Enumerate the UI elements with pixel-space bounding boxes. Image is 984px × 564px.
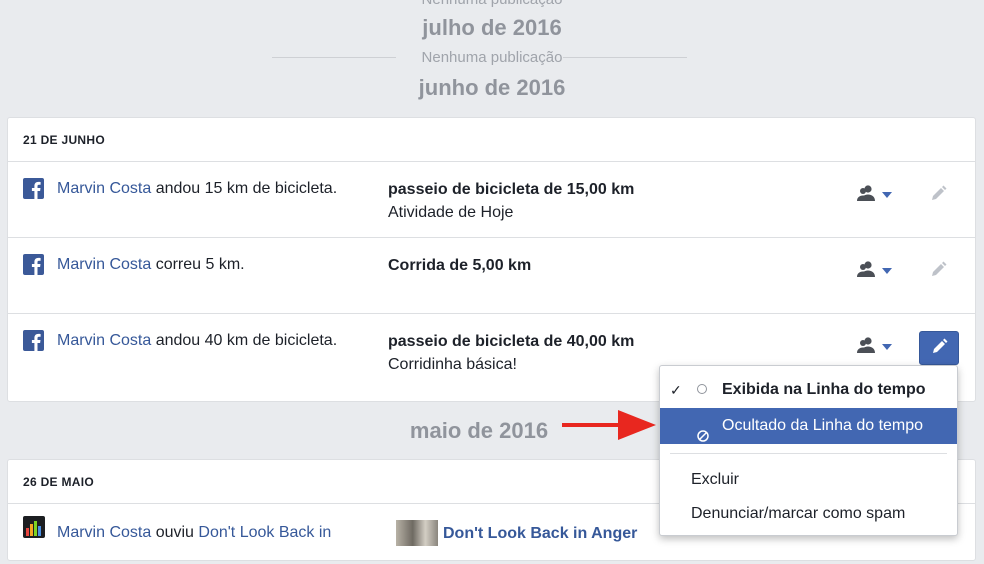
menu-item-hide-from-timeline[interactable]: Ocultado da Linha do tempo	[660, 408, 957, 444]
month-heading-july: julho de 2016	[422, 15, 562, 40]
profile-link[interactable]: Marvin Costa	[57, 180, 151, 197]
empty-month-fragment: Nenhuma publicação	[0, 0, 984, 8]
pencil-icon	[932, 185, 947, 200]
activity-action: correu 5 km.	[151, 256, 245, 273]
hidden-icon	[697, 420, 709, 442]
activity-action: andou 40 km de bicicleta.	[151, 332, 338, 349]
activity-text: Marvin Costa ouviu Don't Look Back in	[57, 522, 331, 543]
activity-action: ouviu	[151, 524, 199, 541]
friends-icon	[857, 261, 892, 277]
activity-row: Marvin Costa correu 5 km. Corrida de 5,0…	[8, 238, 975, 314]
activity-card-june: 21 DE JUNHO Marvin Costa andou 15 km de …	[7, 117, 976, 402]
activity-title[interactable]: passeio de bicicleta de 15,00 km	[388, 178, 634, 201]
profile-link[interactable]: Marvin Costa	[57, 256, 151, 273]
menu-separator	[670, 453, 947, 454]
activity-detail: passeio de bicicleta de 15,00 km Ativida…	[388, 178, 634, 224]
facebook-icon	[23, 330, 44, 351]
globe-radio-icon	[697, 384, 707, 394]
friends-icon	[857, 185, 892, 201]
menu-item-label: Excluir	[691, 471, 740, 488]
menu-item-show-on-timeline[interactable]: ✓ Exibida na Linha do tempo	[660, 372, 957, 408]
date-header: 21 DE JUNHO	[8, 118, 975, 162]
menu-item-label: Denunciar/marcar como spam	[691, 505, 906, 522]
month-heading-june: junho de 2016	[418, 75, 566, 100]
activity-title[interactable]: Corrida de 5,00 km	[388, 254, 531, 277]
audience-selector[interactable]	[854, 336, 894, 358]
empty-month-label: Nenhuma publicação	[421, 49, 563, 66]
activity-row: Marvin Costa andou 15 km de bicicleta. p…	[8, 162, 975, 238]
album-cover-thumbnail[interactable]	[396, 520, 438, 546]
activity-detail: passeio de bicicleta de 40,00 km Corridi…	[388, 330, 634, 376]
activity-subtitle: Corridinha básica!	[388, 356, 517, 373]
profile-link[interactable]: Marvin Costa	[57, 332, 151, 349]
activity-text: Marvin Costa correu 5 km.	[57, 254, 245, 275]
activity-detail: Corrida de 5,00 km	[388, 254, 531, 277]
edit-button[interactable]	[919, 255, 959, 289]
facebook-icon	[23, 254, 44, 275]
activity-action: andou 15 km de bicicleta.	[151, 180, 338, 197]
activity-subtitle: Atividade de Hoje	[388, 204, 514, 221]
menu-item-label: Ocultado da Linha do tempo	[722, 417, 924, 434]
edit-button[interactable]	[919, 179, 959, 213]
audience-selector[interactable]	[854, 184, 894, 206]
edit-button-active[interactable]	[919, 331, 959, 365]
song-link[interactable]: Don't Look Back in	[198, 524, 331, 541]
facebook-icon	[23, 178, 44, 199]
audience-selector[interactable]	[854, 260, 894, 282]
pencil-icon	[932, 261, 947, 276]
menu-item-label: Exibida na Linha do tempo	[722, 381, 926, 398]
friends-icon	[857, 337, 892, 353]
menu-item-report-spam[interactable]: Denunciar/marcar como spam	[660, 496, 957, 532]
checkmark-icon: ✓	[670, 382, 682, 398]
pencil-icon	[933, 338, 948, 353]
activity-text: Marvin Costa andou 15 km de bicicleta.	[57, 178, 337, 199]
activity-title[interactable]: passeio de bicicleta de 40,00 km	[388, 330, 634, 353]
visibility-dropdown-menu: ✓ Exibida na Linha do tempo Ocultado da …	[659, 365, 958, 536]
music-app-icon	[23, 516, 45, 538]
menu-item-delete[interactable]: Excluir	[660, 462, 957, 498]
activity-text: Marvin Costa andou 40 km de bicicleta.	[57, 330, 337, 351]
red-arrow-annotation	[562, 410, 656, 440]
profile-link[interactable]: Marvin Costa	[57, 524, 151, 541]
